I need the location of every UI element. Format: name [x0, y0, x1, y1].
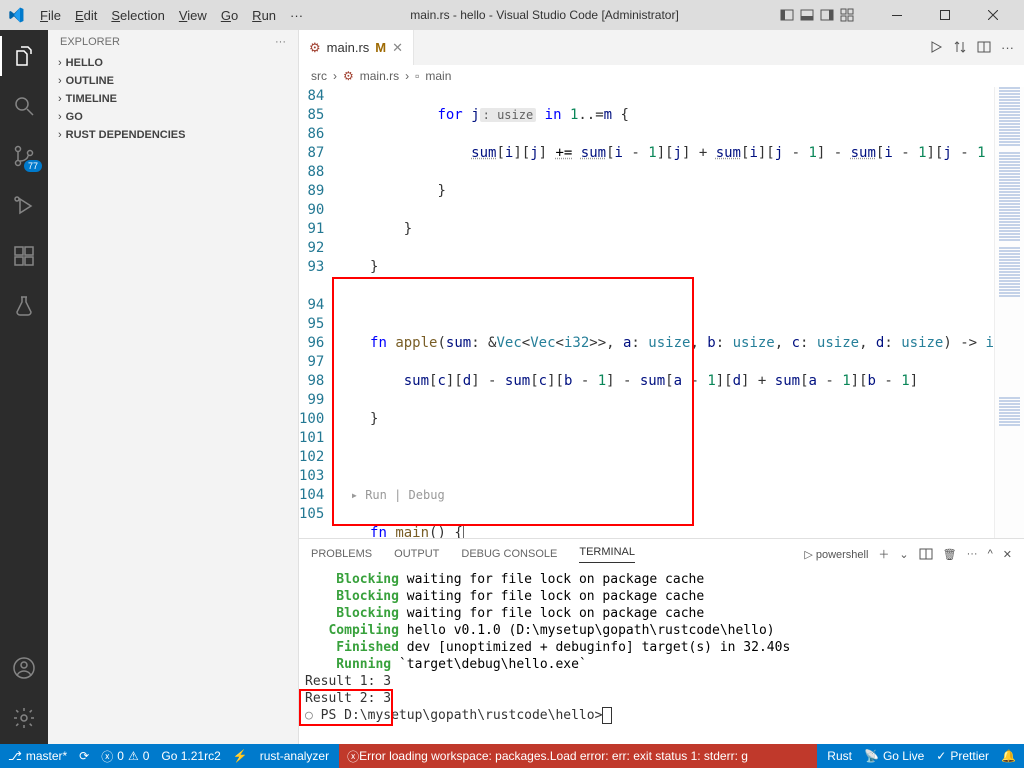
window-title: main.rs - hello - Visual Studio Code [Ad… [309, 8, 780, 22]
titlebar: File Edit Selection View Go Run ··· main… [0, 0, 1024, 30]
rust-file-icon: ⚙ [343, 69, 354, 83]
section-timeline[interactable]: TIMELINE [48, 90, 298, 108]
tab-close-icon[interactable]: ✕ [392, 40, 403, 56]
status-rust-analyzer[interactable]: rust-analyzer [260, 749, 329, 763]
breadcrumbs[interactable]: src› ⚙main.rs› ▫main [299, 65, 1024, 87]
symbol-icon: ▫ [415, 69, 419, 83]
activity-accounts[interactable] [0, 648, 48, 688]
layout-toggle-right-icon[interactable] [820, 8, 834, 22]
editor-tabs: ⚙ main.rs M ✕ ··· [299, 30, 1024, 65]
activity-extensions[interactable] [0, 236, 48, 276]
menu-file[interactable]: File [34, 4, 67, 27]
vscode-icon [8, 7, 24, 23]
activity-bar: 77 [0, 30, 48, 744]
menu-edit[interactable]: Edit [69, 4, 103, 27]
panel-tab-problems[interactable]: PROBLEMS [311, 548, 372, 560]
section-outline[interactable]: OUTLINE [48, 72, 298, 90]
status-notifications-icon[interactable]: 🔔 [1001, 749, 1016, 763]
terminal-new-icon[interactable]: ＋ [878, 546, 889, 562]
status-go-update[interactable]: ⚡ [233, 749, 248, 763]
run-icon[interactable] [929, 40, 943, 54]
crumb-src[interactable]: src [311, 69, 327, 83]
status-problems[interactable]: ⓧ 0 ⚠ 0 [101, 748, 149, 765]
line-gutter: 8485868788899091929394959697989910010110… [299, 87, 332, 538]
crumb-symbol[interactable]: main [425, 69, 451, 83]
editor-more-icon[interactable]: ··· [1001, 40, 1014, 55]
activity-settings[interactable] [0, 698, 48, 738]
activity-source-control[interactable]: 77 [0, 136, 48, 176]
status-bar: ⎇ master* ⟳ ⓧ 0 ⚠ 0 Go 1.21rc2 ⚡ rust-an… [0, 744, 1024, 768]
activity-testing[interactable] [0, 286, 48, 326]
terminal-close-icon[interactable]: ✕ [1003, 548, 1012, 561]
minimize-button[interactable] [874, 0, 920, 30]
status-go-version[interactable]: Go 1.21rc2 [161, 749, 220, 763]
menu-go[interactable]: Go [215, 4, 244, 27]
layout-toggle-bottom-icon[interactable] [800, 8, 814, 22]
section-rust-deps[interactable]: RUST DEPENDENCIES [48, 126, 298, 144]
crumb-file[interactable]: main.rs [360, 69, 399, 83]
panel-tab-debug[interactable]: DEBUG CONSOLE [461, 548, 557, 560]
status-go-live[interactable]: 📡 Go Live [864, 749, 924, 763]
terminal-chevron-icon[interactable]: ⌄ [899, 548, 908, 561]
activity-explorer[interactable] [0, 36, 48, 76]
status-sync[interactable]: ⟳ [79, 749, 89, 763]
split-icon[interactable] [977, 40, 991, 54]
rust-file-icon: ⚙ [309, 40, 321, 56]
section-hello[interactable]: HELLO [48, 54, 298, 72]
activity-debug[interactable] [0, 186, 48, 226]
panel-tab-output[interactable]: OUTPUT [394, 548, 439, 560]
section-go[interactable]: GO [48, 108, 298, 126]
maximize-button[interactable] [922, 0, 968, 30]
sidebar-more-icon[interactable]: ··· [275, 36, 286, 48]
editor-body[interactable]: 8485868788899091929394959697989910010110… [299, 87, 1024, 538]
diff-icon[interactable] [953, 40, 967, 54]
panel: PROBLEMS OUTPUT DEBUG CONSOLE TERMINAL ▷… [299, 538, 1024, 744]
status-error-message[interactable]: ⓧ Error loading workspace: packages.Load… [339, 744, 817, 768]
menu-selection[interactable]: Selection [105, 4, 170, 27]
codelens-run-debug[interactable]: ▸ Run | Debug [332, 486, 994, 505]
close-button[interactable] [970, 0, 1016, 30]
status-branch[interactable]: ⎇ master* [8, 749, 67, 763]
menu-bar: File Edit Selection View Go Run ··· [34, 4, 309, 27]
tab-label: main.rs [327, 40, 370, 55]
status-prettier[interactable]: ✓ Prettier [936, 749, 989, 763]
panel-tab-terminal[interactable]: TERMINAL [579, 546, 635, 563]
menu-more[interactable]: ··· [284, 4, 309, 27]
terminal-trash-icon[interactable]: 🗑 [943, 548, 957, 561]
tab-main-rs[interactable]: ⚙ main.rs M ✕ [299, 30, 414, 65]
layout-toggle-left-icon[interactable] [780, 8, 794, 22]
terminal-more-icon[interactable]: ··· [967, 548, 978, 560]
menu-view[interactable]: View [173, 4, 213, 27]
activity-search[interactable] [0, 86, 48, 126]
sidebar-title: EXPLORER [60, 36, 120, 48]
sidebar-explorer: EXPLORER ··· HELLO OUTLINE TIMELINE GO RU… [48, 30, 299, 744]
code-content[interactable]: for j: usize in 1..=m { sum[i][j] += sum… [332, 87, 994, 538]
status-language[interactable]: Rust [827, 749, 852, 763]
terminal-maximize-icon[interactable]: ^ [988, 548, 993, 560]
tab-modified-indicator: M [375, 40, 386, 55]
minimap[interactable] [994, 87, 1024, 538]
layout-customize-icon[interactable] [840, 8, 854, 22]
terminal-split-icon[interactable] [919, 547, 933, 561]
terminal-profile[interactable]: ▷ powershell [804, 548, 868, 561]
scm-badge: 77 [24, 160, 42, 172]
terminal-content[interactable]: Blocking waiting for file lock on packag… [299, 569, 1024, 744]
menu-run[interactable]: Run [246, 4, 282, 27]
